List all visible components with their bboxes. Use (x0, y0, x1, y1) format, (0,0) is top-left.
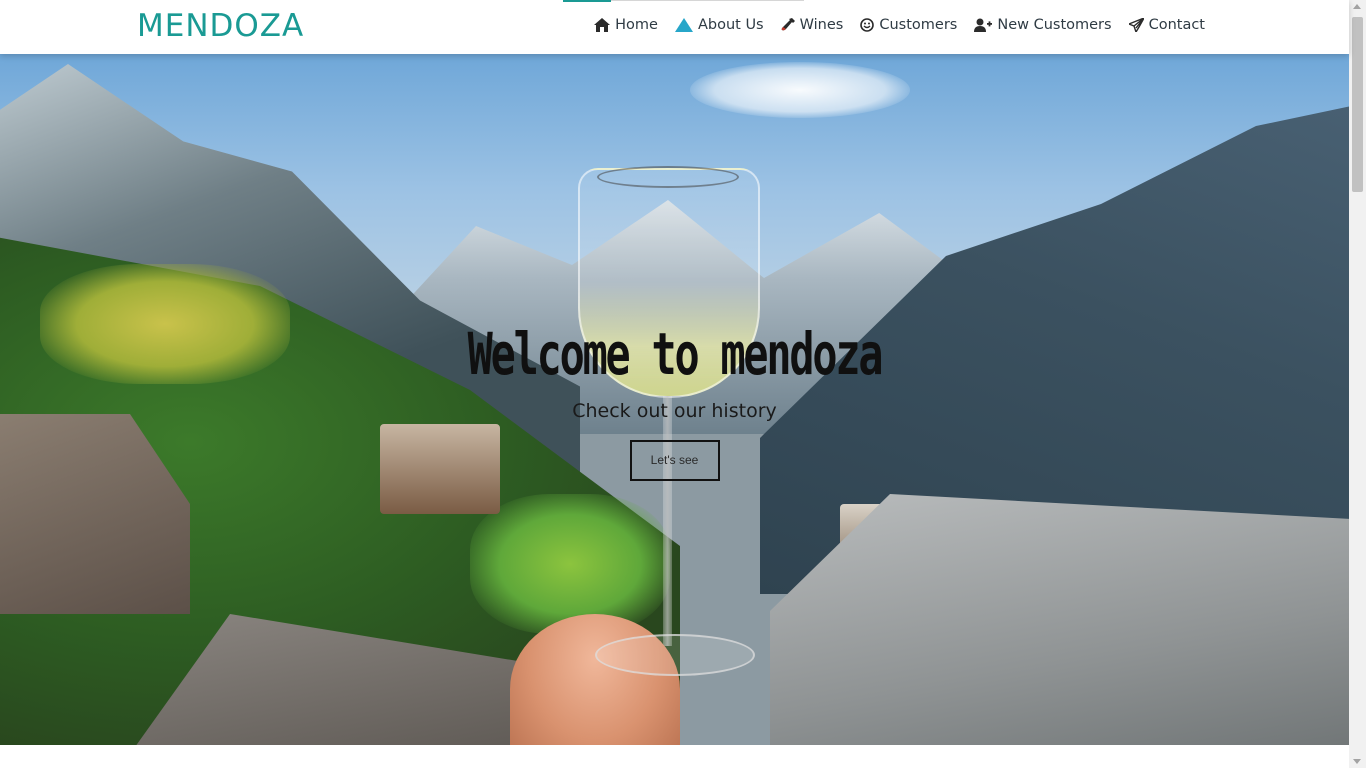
nav-item-about-us[interactable]: About Us (674, 17, 764, 33)
triangle-icon (674, 18, 693, 32)
hero-subtitle: Check out our history (572, 400, 777, 422)
brand-logo[interactable]: MENDOZA (137, 8, 304, 44)
nav-item-contact[interactable]: Contact (1128, 17, 1205, 33)
lets-see-button[interactable]: Let's see (629, 440, 720, 481)
vertical-scrollbar[interactable] (1349, 0, 1366, 768)
hero-banner: Welcome to mendoza Check out our history… (0, 54, 1349, 745)
wine-glass-rim (597, 166, 739, 188)
nav-item-label: Customers (879, 17, 958, 33)
scroll-up-icon[interactable] (1353, 4, 1361, 9)
nav-item-label: New Customers (997, 17, 1112, 33)
wine-glass-foot (595, 634, 755, 676)
nav-item-home[interactable]: Home (594, 17, 658, 33)
wine-bottle-icon (781, 18, 795, 32)
nav-item-label: Contact (1148, 17, 1205, 33)
nav-item-customers[interactable]: Customers (860, 17, 957, 33)
hero-background-roof (770, 494, 1349, 745)
hero-background-meadow (470, 494, 670, 634)
nav-menu: Home About Us Wines Customers New Custom… (577, 17, 1205, 33)
nav-indicator-track (611, 0, 804, 1)
paper-plane-icon (1128, 18, 1144, 32)
nav-item-label: Home (615, 17, 658, 33)
scrollbar-thumb[interactable] (1352, 17, 1363, 192)
user-plus-icon (974, 18, 993, 32)
home-icon (594, 18, 611, 32)
scroll-down-icon[interactable] (1353, 759, 1361, 764)
smile-icon (860, 18, 875, 32)
nav-item-wines[interactable]: Wines (781, 17, 844, 33)
hero-content: Welcome to mendoza Check out our history… (0, 314, 1349, 481)
hero-background-cloud (690, 62, 910, 118)
active-nav-indicator (563, 0, 611, 2)
nav-item-label: About Us (697, 17, 764, 33)
nav-item-new-customers[interactable]: New Customers (974, 17, 1112, 33)
nav-item-label: Wines (799, 17, 844, 33)
top-navbar: MENDOZA Home About Us Wines Customers Ne… (0, 0, 1349, 54)
hero-title: Welcome to mendoza (467, 320, 884, 388)
